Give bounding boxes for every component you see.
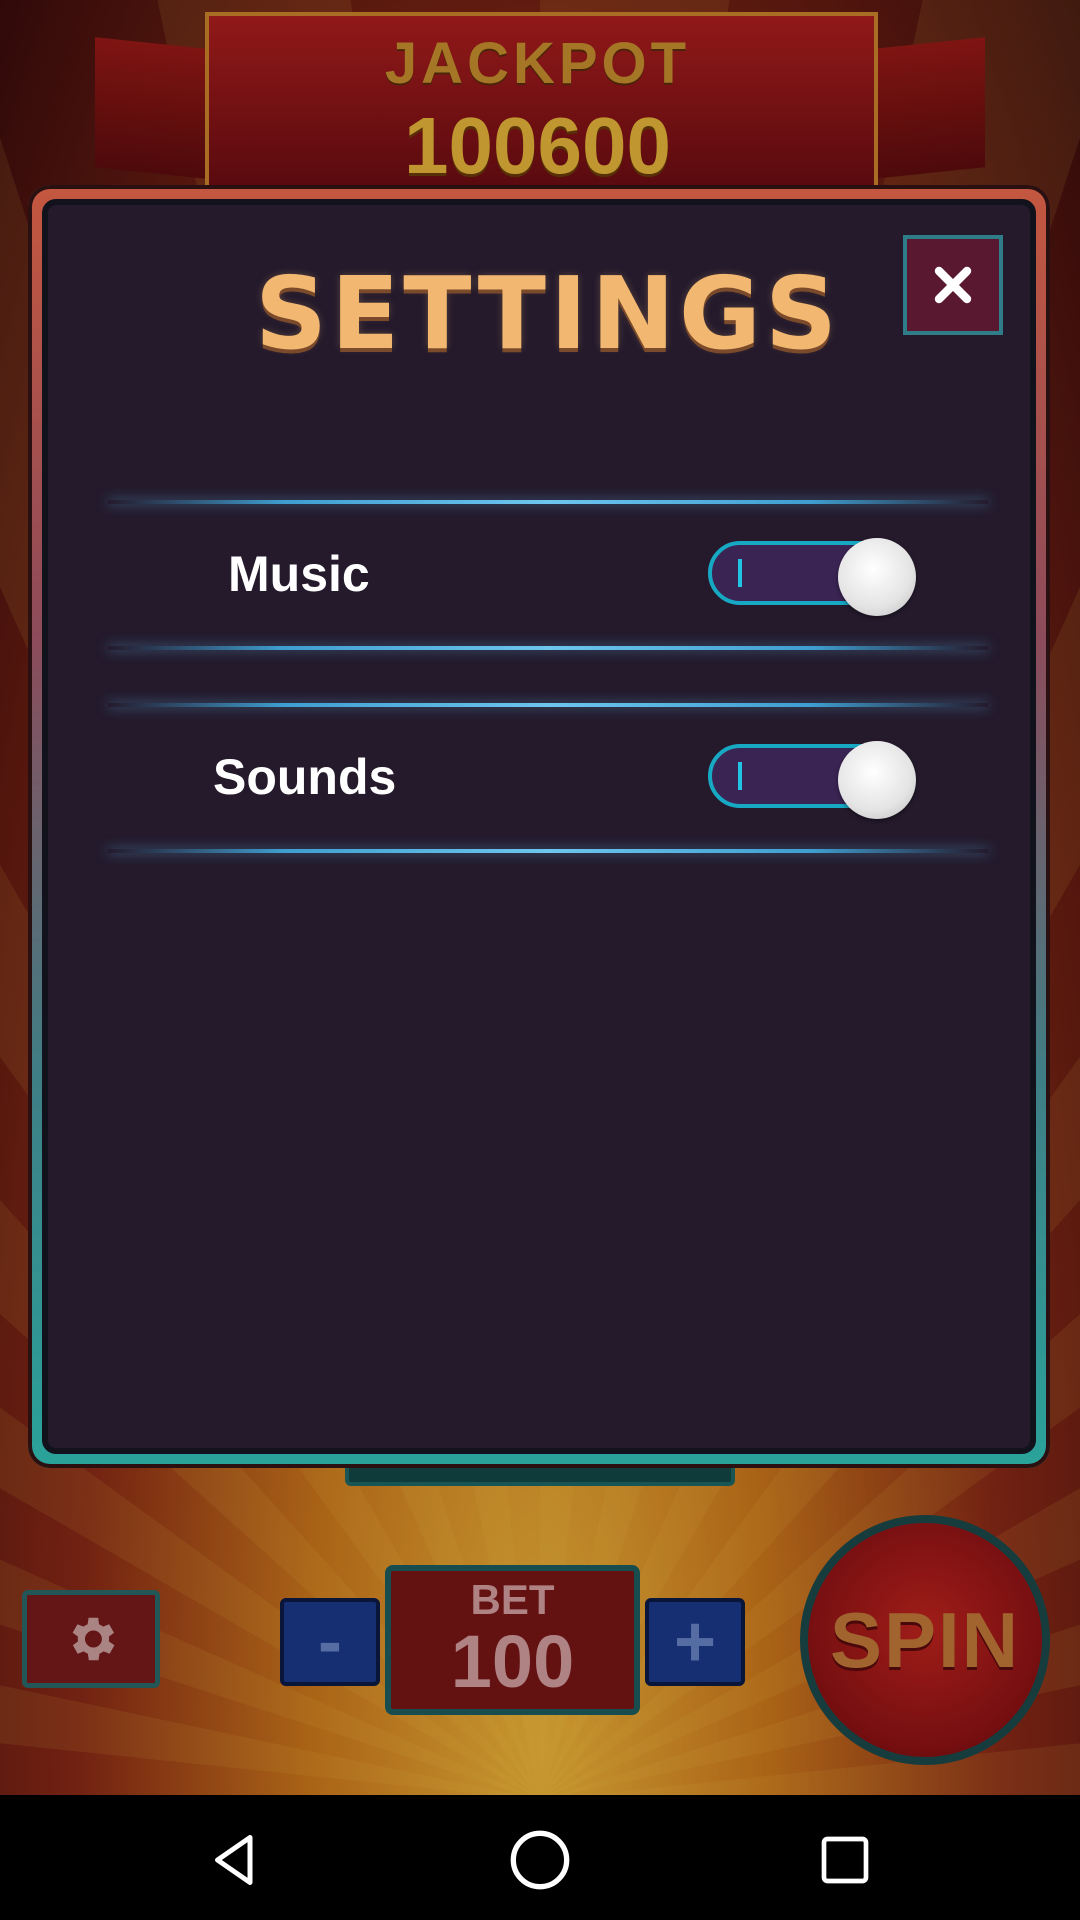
toggle-on-mark: [738, 559, 742, 587]
music-toggle[interactable]: [708, 538, 918, 616]
back-triangle-icon: [215, 1835, 253, 1885]
music-label: Music: [228, 546, 370, 602]
home-button[interactable]: [505, 1825, 575, 1895]
row-divider: [108, 849, 988, 853]
sounds-label: Sounds: [213, 749, 397, 805]
recents-square-icon: [821, 1836, 869, 1884]
settings-dialog: SETTINGS Music Sounds: [28, 185, 1050, 1468]
recents-button[interactable]: [810, 1825, 880, 1895]
dialog-title: SETTINGS: [254, 255, 842, 372]
row-divider: [108, 703, 988, 707]
close-icon: [934, 266, 972, 304]
home-circle-icon: [510, 1830, 570, 1890]
toggle-knob[interactable]: [838, 538, 916, 616]
sounds-toggle[interactable]: [708, 741, 918, 819]
row-divider: [108, 646, 988, 650]
settings-dialog-body: SETTINGS Music Sounds: [42, 199, 1036, 1454]
system-nav-bar: [0, 1795, 1080, 1920]
setting-row-sounds: Sounds: [108, 703, 988, 853]
row-divider: [108, 500, 988, 504]
toggle-on-mark: [738, 762, 742, 790]
close-button[interactable]: [903, 235, 1003, 335]
toggle-knob[interactable]: [838, 741, 916, 819]
setting-row-music: Music: [108, 500, 988, 650]
back-button[interactable]: [200, 1825, 270, 1895]
